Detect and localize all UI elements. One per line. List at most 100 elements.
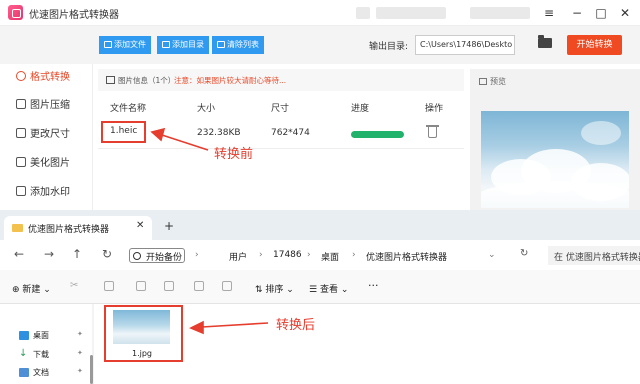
cloud-shape (581, 121, 621, 145)
sidebar-divider (92, 64, 93, 210)
folder-icon[interactable] (538, 35, 552, 48)
delete-icon[interactable] (222, 281, 232, 291)
output-dir-field[interactable]: C:\Users\17486\Deskto (415, 35, 515, 55)
tab-close-icon[interactable]: ✕ (136, 220, 144, 231)
progress-bar (351, 131, 404, 138)
explorer-tab-title: 优速图片格式转换器 (28, 225, 110, 235)
chevron-right-icon: › (307, 250, 311, 260)
file-item-name[interactable]: 1.jpg (132, 349, 152, 358)
file-size-cell: 232.38KB (197, 128, 241, 138)
breadcrumb-home[interactable]: 开始备份 (129, 248, 185, 263)
image-info-note: 注意：如果图片较大请耐心等待... (174, 76, 287, 85)
converter-app: 优速图片格式转换器 ≡ − □ ✕ 添加文件 添加目录 清除列表 输出目录: C… (0, 0, 640, 210)
output-dir-label: 输出目录: (369, 42, 409, 52)
blurred-vip (470, 7, 530, 19)
close-icon[interactable]: ✕ (616, 4, 634, 22)
blurred-account (376, 7, 446, 19)
col-header-progress: 进度 (351, 104, 370, 114)
sidebar-item-resize[interactable]: 更改尺寸 (16, 127, 70, 143)
clear-list-button[interactable]: 清除列表 (212, 36, 264, 54)
up-icon[interactable]: ↑ (72, 247, 82, 261)
beautify-icon (16, 157, 26, 167)
backup-icon (133, 252, 141, 260)
sort-button[interactable]: ⇅ 排序 ⌄ (255, 282, 294, 295)
cloud-shape (481, 181, 629, 208)
app-toolbar: 添加文件 添加目录 清除列表 输出目录: C:\Users\17486\Desk… (0, 26, 640, 64)
preview-label: 预览 (479, 76, 506, 87)
nav-item-documents[interactable]: 文档 (33, 367, 49, 378)
folder-icon (12, 224, 23, 232)
nav-scrollbar[interactable] (90, 355, 93, 384)
view-button[interactable]: ☰ 查看 ⌄ (309, 282, 348, 295)
annotation-after: 转换后 (276, 318, 316, 333)
pin-icon[interactable]: ✦ (77, 330, 83, 338)
add-file-button[interactable]: 添加文件 (99, 36, 151, 54)
explorer-tab[interactable]: 优速图片格式转换器 ✕ (4, 216, 152, 240)
clear-list-icon (217, 41, 225, 48)
sidebar-item-label: 更改尺寸 (30, 129, 70, 140)
sidebar-item-watermark[interactable]: 添加水印 (16, 185, 70, 201)
explorer-command-bar: ⊕ 新建 ⌄ ✂ ⇅ 排序 ⌄ ☰ 查看 ⌄ ··· (0, 270, 640, 304)
cut-icon[interactable]: ✂ (70, 280, 80, 291)
forward-icon[interactable]: → (44, 247, 54, 261)
pin-icon[interactable]: ✦ (77, 367, 83, 375)
refresh-address-icon[interactable]: ↻ (520, 248, 528, 259)
file-thumbnail[interactable] (113, 310, 170, 344)
refresh-icon[interactable]: ↻ (102, 247, 112, 261)
share-icon[interactable] (194, 281, 204, 291)
menu-icon[interactable]: ≡ (540, 4, 558, 22)
clear-list-label: 清除列表 (227, 40, 259, 49)
preview-image (481, 111, 629, 208)
pin-icon[interactable]: ✦ (77, 349, 83, 357)
nav-item-desktop[interactable]: 桌面 (33, 330, 49, 341)
paste-icon[interactable] (136, 281, 146, 291)
delete-icon[interactable] (426, 125, 439, 138)
download-icon: ↓ (19, 348, 28, 359)
view-label: 查看 (319, 285, 338, 295)
chevron-down-icon[interactable]: ⌄ (488, 250, 496, 260)
col-header-actions: 操作 (425, 104, 444, 114)
sidebar-item-label: 图片压缩 (30, 100, 70, 111)
new-button[interactable]: ⊕ 新建 ⌄ (12, 282, 51, 295)
preview-icon (479, 78, 487, 85)
image-info-bar: 图片信息（1个） 注意：如果图片较大请耐心等待... (98, 69, 464, 91)
search-placeholder: 在 优速图片格式转换器 (554, 253, 640, 263)
chevron-right-icon: › (352, 250, 356, 260)
resize-icon (16, 128, 26, 138)
app-titlebar: 优速图片格式转换器 ≡ − □ ✕ (0, 0, 640, 26)
breadcrumb-17486[interactable]: 17486 (273, 250, 302, 260)
start-convert-button[interactable]: 开始转换 (567, 35, 622, 55)
copy-icon[interactable] (104, 281, 114, 291)
file-explorer-window: 优速图片格式转换器 ✕ + ← → ↑ ↻ 开始备份 › 用户 › 17486 … (0, 210, 640, 384)
breadcrumb-current-folder[interactable]: 优速图片格式转换器 (366, 250, 447, 263)
minimize-icon[interactable]: − (568, 4, 586, 22)
preview-panel: 预览 (470, 69, 640, 210)
back-icon[interactable]: ← (14, 247, 24, 261)
add-file-icon (104, 41, 112, 48)
new-label: 新建 (22, 285, 41, 295)
sidebar-item-label: 格式转换 (30, 72, 70, 83)
rename-icon[interactable] (164, 281, 174, 291)
new-tab-icon[interactable]: + (164, 219, 174, 233)
nav-item-downloads[interactable]: 下载 (33, 349, 49, 360)
blurred-avatar (356, 7, 370, 19)
breadcrumb-users[interactable]: 用户 (229, 250, 247, 263)
sidebar-item-format-convert[interactable]: 格式转换 (16, 70, 70, 86)
sidebar-item-compress[interactable]: 图片压缩 (16, 98, 70, 114)
format-convert-icon (16, 71, 26, 81)
sidebar-item-label: 添加水印 (30, 187, 70, 198)
row-divider (98, 148, 464, 149)
add-file-label: 添加文件 (114, 40, 146, 49)
chevron-right-icon: › (195, 250, 199, 260)
maximize-icon[interactable]: □ (592, 4, 610, 22)
col-header-size: 大小 (197, 104, 216, 114)
documents-icon (19, 368, 29, 377)
breadcrumb-desktop[interactable]: 桌面 (321, 250, 339, 263)
app-logo-icon (8, 5, 23, 20)
add-folder-button[interactable]: 添加目录 (157, 36, 209, 54)
add-folder-icon (162, 41, 170, 48)
sidebar-item-beautify[interactable]: 美化图片 (16, 156, 70, 172)
watermark-icon (16, 186, 26, 196)
search-input[interactable]: 在 优速图片格式转换器 (548, 246, 640, 265)
more-options-icon[interactable]: ··· (368, 279, 379, 292)
